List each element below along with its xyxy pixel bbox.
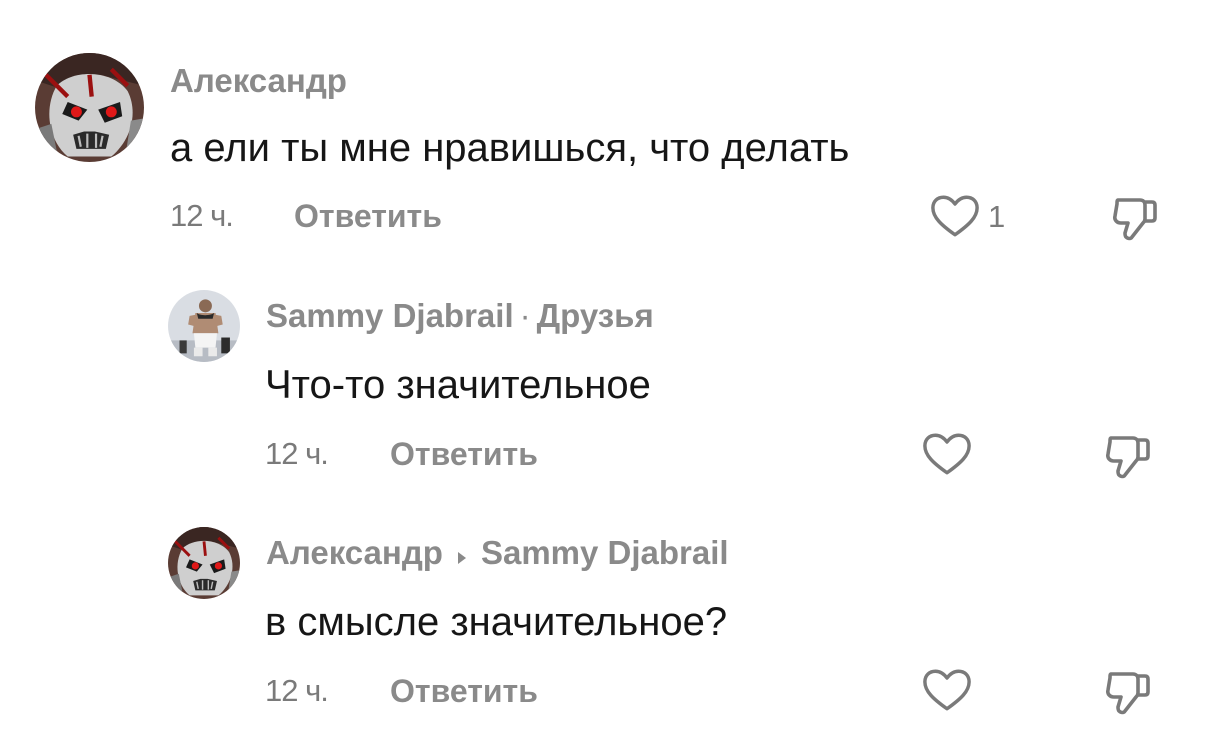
- comment-text: в смысле значительное?: [265, 600, 728, 644]
- thumbs-down-icon: [1110, 192, 1160, 242]
- skull-avatar-icon: [168, 527, 240, 599]
- like-button[interactable]: 1: [930, 194, 1005, 239]
- dislike-button[interactable]: [1103, 666, 1153, 721]
- like-button[interactable]: [922, 432, 972, 477]
- author-name[interactable]: Александр: [266, 534, 443, 571]
- heart-icon: [922, 668, 972, 713]
- friends-badge: Друзья: [536, 297, 654, 334]
- reply-button[interactable]: Ответить: [390, 675, 538, 707]
- thumbs-down-icon: [1103, 430, 1153, 480]
- comment-author[interactable]: Александр Sammy Djabrail: [266, 536, 729, 574]
- reply-button[interactable]: Ответить: [390, 438, 538, 470]
- like-button[interactable]: [922, 668, 972, 713]
- thumbs-down-icon: [1103, 666, 1153, 716]
- comment-time: 12 ч.: [265, 436, 329, 471]
- comment-time: 12 ч.: [265, 673, 329, 708]
- comment-time: 12 ч.: [170, 198, 234, 233]
- heart-icon: [930, 194, 980, 239]
- separator: ·: [519, 297, 531, 334]
- comment-text: а ели ты мне нравишься, что делать: [170, 126, 850, 170]
- reply-button[interactable]: Ответить: [294, 200, 442, 232]
- avatar[interactable]: [168, 290, 240, 362]
- person-avatar-icon: [168, 290, 240, 362]
- avatar[interactable]: [35, 53, 144, 162]
- author-name[interactable]: Александр: [170, 62, 347, 99]
- comment-author[interactable]: Sammy Djabrail · Друзья: [266, 299, 654, 332]
- triangle-right-icon: [457, 537, 467, 570]
- dislike-button[interactable]: [1103, 430, 1153, 485]
- comment-author[interactable]: Александр: [170, 64, 347, 97]
- comment-text: Что-то значительное: [265, 363, 651, 407]
- avatar[interactable]: [168, 527, 240, 599]
- reply-to-name[interactable]: Sammy Djabrail: [481, 534, 729, 571]
- heart-icon: [922, 432, 972, 477]
- skull-avatar-icon: [35, 53, 144, 162]
- like-count: 1: [988, 199, 1006, 234]
- dislike-button[interactable]: [1110, 192, 1160, 247]
- author-name[interactable]: Sammy Djabrail: [266, 297, 514, 334]
